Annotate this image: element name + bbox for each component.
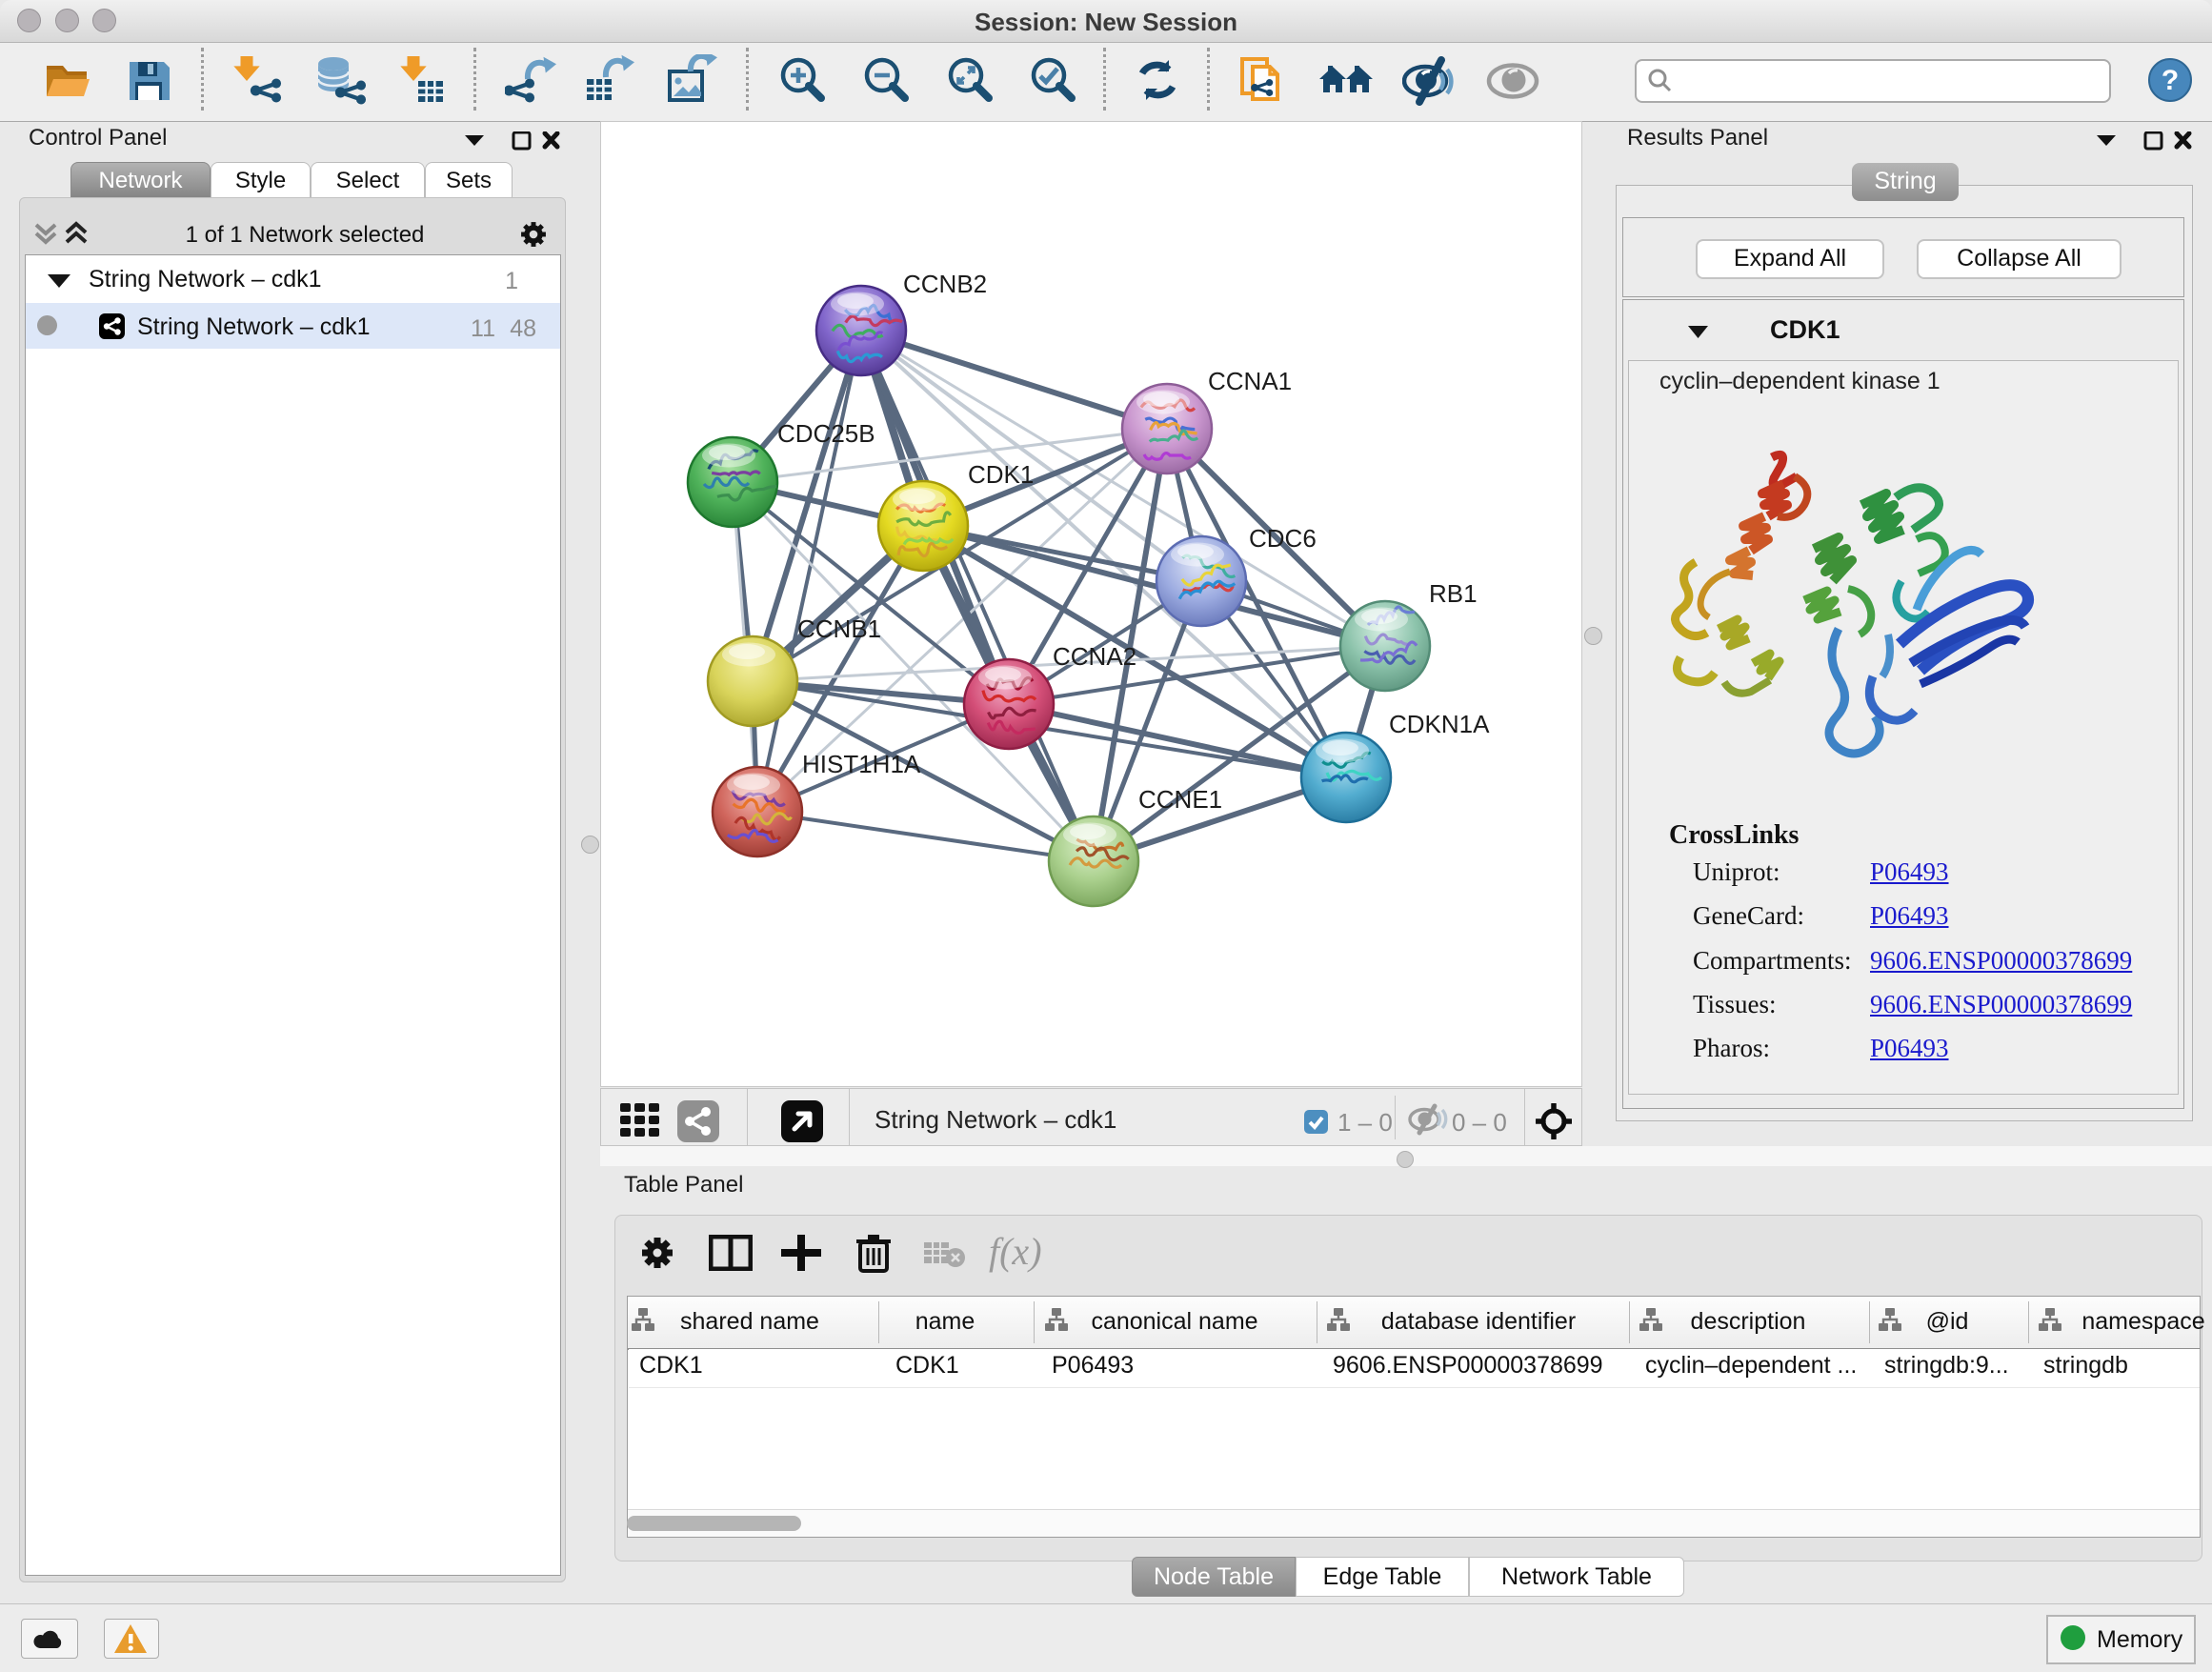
- svg-text:CCNB1: CCNB1: [797, 614, 881, 643]
- svg-text:CCNA1: CCNA1: [1208, 367, 1292, 395]
- svg-text:?: ?: [2162, 65, 2179, 96]
- svg-text:CDKN1A: CDKN1A: [1389, 710, 1490, 738]
- svg-text:CDC6: CDC6: [1249, 524, 1317, 553]
- svg-text:HIST1H1A: HIST1H1A: [802, 750, 921, 778]
- svg-text:CDC25B: CDC25B: [777, 419, 875, 448]
- svg-text:CDK1: CDK1: [968, 460, 1034, 489]
- svg-text:CCNA2: CCNA2: [1053, 642, 1136, 671]
- svg-text:RB1: RB1: [1429, 579, 1478, 608]
- svg-text:CCNE1: CCNE1: [1138, 785, 1222, 814]
- svg-text:CCNB2: CCNB2: [903, 270, 987, 298]
